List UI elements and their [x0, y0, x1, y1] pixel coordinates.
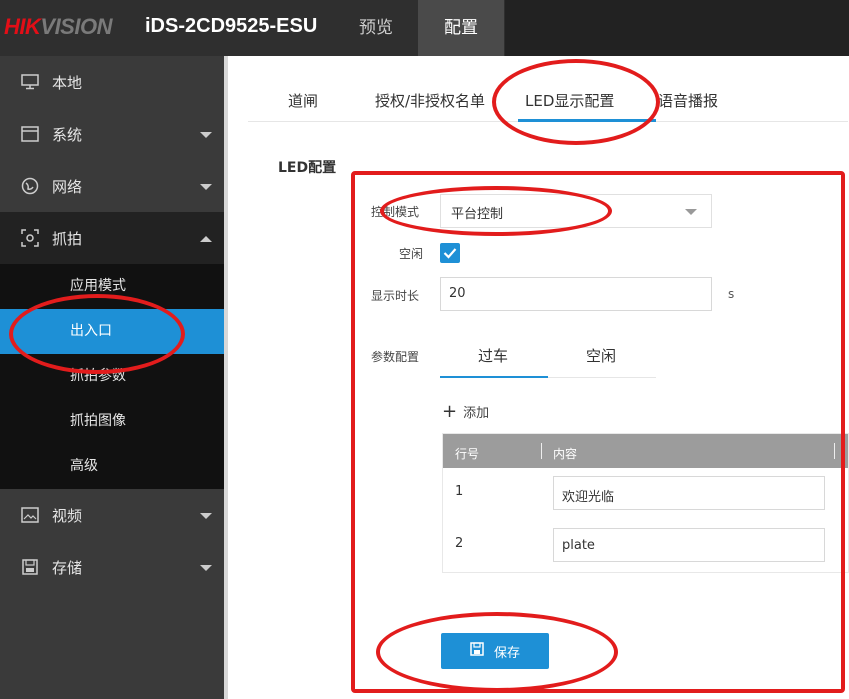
sidebar-item-label: 视频: [52, 506, 83, 525]
chevron-up-icon: [200, 229, 212, 247]
tab-led-display[interactable]: LED显示配置: [525, 90, 614, 111]
table-row: 1 欢迎光临: [443, 468, 848, 520]
storage-icon: [20, 557, 40, 577]
chevron-down-icon: [685, 209, 697, 215]
content-table: 行号 内容 1 欢迎光临 2 plate: [442, 433, 849, 573]
sidebar-item-storage[interactable]: 存储: [0, 541, 224, 593]
submenu-item-advanced[interactable]: 高级: [0, 444, 224, 489]
window-icon: [20, 124, 40, 144]
display-time-label: 显示时长: [371, 289, 420, 303]
tab-allow-block-list[interactable]: 授权/非授权名单: [375, 90, 485, 111]
row-number: 1: [455, 484, 464, 499]
row-number: 2: [455, 536, 464, 551]
sidebar-item-capture[interactable]: 抓拍: [0, 212, 224, 264]
config-tabs: 道闸 授权/非授权名单 LED显示配置 语音播报: [248, 76, 848, 122]
table-row: 2 plate: [443, 520, 848, 572]
active-param-tab-indicator: [440, 376, 548, 378]
save-button[interactable]: 保存: [441, 633, 549, 669]
chevron-down-icon: [200, 506, 212, 524]
control-mode-label: 控制模式: [371, 205, 420, 219]
sidebar-item-label: 网络: [52, 177, 83, 196]
top-bar: HIKVISION iDS-2CD9525-ESU 预览 配置: [0, 0, 849, 56]
display-time-unit: s: [728, 287, 735, 301]
submenu-item-capture-image[interactable]: 抓拍图像: [0, 399, 224, 444]
submenu-item-capture-params[interactable]: 抓拍参数: [0, 354, 224, 399]
display-time-input[interactable]: 20: [440, 277, 712, 311]
sidebar-item-system[interactable]: 系统: [0, 108, 224, 160]
row-content-input[interactable]: plate: [553, 528, 825, 562]
param-tabs: 过车 空闲: [440, 336, 656, 378]
sidebar: 本地 系统 网络 抓拍 应用模式 出入口 抓拍参数 抓拍图像 高级 视频 存储: [0, 56, 224, 699]
tab-idle[interactable]: 空闲: [586, 345, 616, 366]
tab-passing-vehicle[interactable]: 过车: [478, 345, 508, 366]
image-icon: [20, 505, 40, 525]
sidebar-item-label: 抓拍: [52, 229, 83, 248]
check-icon: [443, 248, 457, 259]
active-tab-indicator: [518, 119, 656, 122]
floppy-disk-icon: [470, 642, 484, 660]
tab-barrier-gate[interactable]: 道闸: [288, 90, 318, 111]
capture-submenu: 应用模式 出入口 抓拍参数 抓拍图像 高级: [0, 264, 224, 489]
chevron-down-icon: [200, 558, 212, 576]
sidebar-item-label: 本地: [52, 73, 83, 92]
sidebar-item-label: 系统: [52, 125, 83, 144]
idle-checkbox[interactable]: [440, 243, 460, 263]
control-mode-select[interactable]: 平台控制: [440, 194, 712, 228]
select-value: 平台控制: [451, 207, 504, 222]
main-content: 道闸 授权/非授权名单 LED显示配置 语音播报 LED配置 控制模式 平台控制…: [228, 56, 849, 699]
add-row-button[interactable]: + 添加: [442, 401, 489, 422]
capture-icon: [20, 228, 40, 248]
section-title: LED配置: [278, 160, 337, 176]
row-content-input[interactable]: 欢迎光临: [553, 476, 825, 510]
chevron-down-icon: [200, 125, 212, 143]
top-bar-filler: [505, 0, 849, 56]
params-label: 参数配置: [371, 350, 420, 364]
sidebar-item-local[interactable]: 本地: [0, 56, 224, 108]
table-header: 行号 内容: [443, 434, 848, 468]
idle-label: 空闲: [399, 247, 424, 261]
chevron-down-icon: [200, 177, 212, 195]
column-divider: [541, 443, 542, 459]
sidebar-item-label: 存储: [52, 558, 83, 577]
globe-icon: [20, 176, 40, 196]
submenu-item-app-mode[interactable]: 应用模式: [0, 264, 224, 309]
sidebar-item-network[interactable]: 网络: [0, 160, 224, 212]
top-nav: 预览 配置: [334, 0, 504, 56]
device-model: iDS-2CD9525-ESU: [145, 15, 318, 37]
column-header-content: 内容: [553, 447, 578, 461]
sidebar-bottom: 视频 存储: [0, 489, 224, 593]
save-label: 保存: [493, 645, 520, 661]
nav-config[interactable]: 配置: [418, 0, 504, 56]
brand-logo: HIKVISION: [4, 14, 112, 39]
monitor-icon: [20, 72, 40, 92]
submenu-item-entrance-exit[interactable]: 出入口: [0, 309, 224, 354]
tab-voice-broadcast[interactable]: 语音播报: [658, 90, 718, 111]
column-divider: [834, 443, 835, 459]
sidebar-item-video[interactable]: 视频: [0, 489, 224, 541]
column-header-row-number: 行号: [455, 447, 480, 461]
add-label: 添加: [463, 406, 490, 421]
nav-preview[interactable]: 预览: [334, 0, 418, 56]
plus-icon: +: [442, 401, 458, 422]
